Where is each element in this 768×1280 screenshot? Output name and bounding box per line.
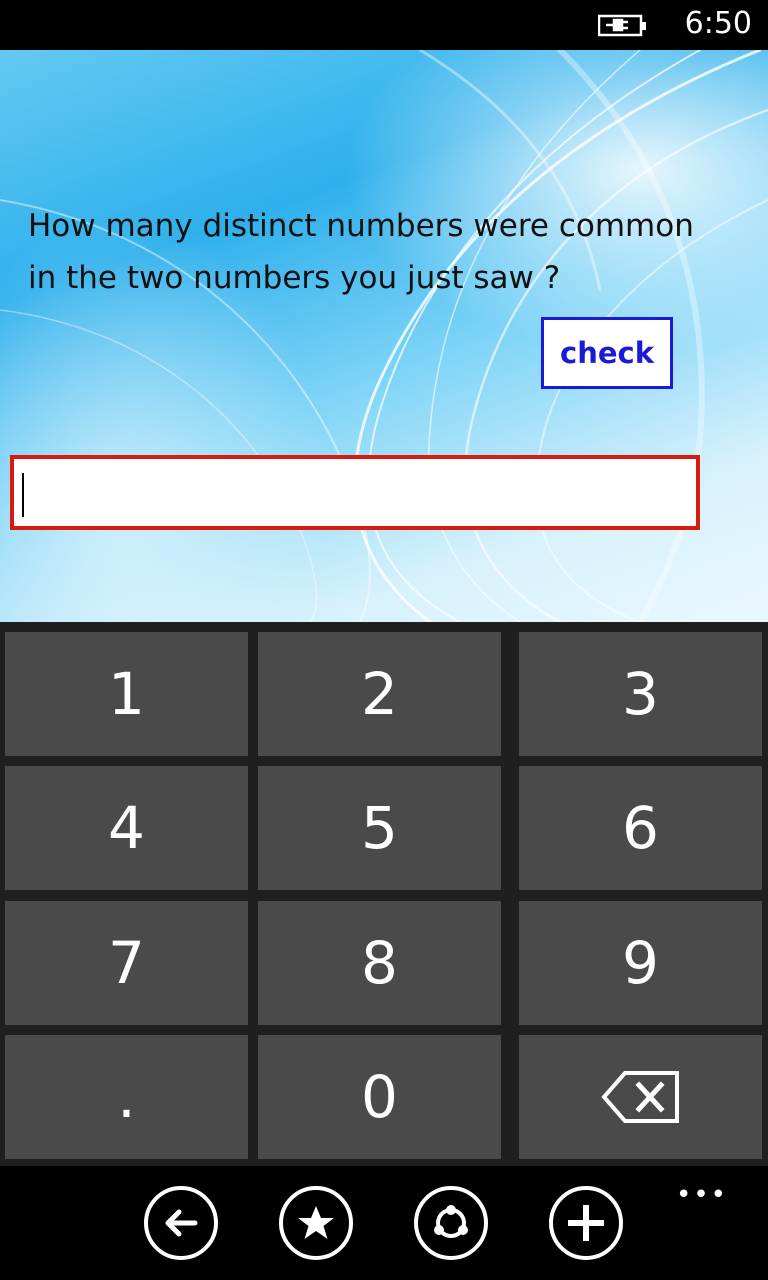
key-9[interactable]: 9: [519, 901, 762, 1025]
question-text: How many distinct numbers were common in…: [28, 208, 694, 296]
key-7[interactable]: 7: [5, 901, 248, 1025]
star-icon: [298, 1206, 334, 1239]
status-bar: 6:50: [0, 0, 768, 50]
key-backspace[interactable]: [519, 1035, 762, 1159]
backspace-icon: [600, 1071, 679, 1123]
back-arrow-icon: [165, 1209, 198, 1237]
app-bar: •••: [0, 1166, 768, 1280]
key-3[interactable]: 3: [519, 632, 762, 756]
key-2[interactable]: 2: [258, 632, 501, 756]
back-button[interactable]: [144, 1186, 218, 1260]
key-4[interactable]: 4: [5, 766, 248, 890]
add-button[interactable]: [549, 1186, 623, 1260]
question-panel: How many distinct numbers were common in…: [0, 50, 768, 622]
status-time: 6:50: [684, 6, 752, 41]
key-0[interactable]: 0: [258, 1035, 501, 1159]
check-button[interactable]: check: [541, 317, 673, 389]
text-caret: [22, 473, 24, 517]
key-6[interactable]: 6: [519, 766, 762, 890]
numeric-keypad: 1 2 3 4 5 6 7 8 9 . 0: [0, 622, 768, 1166]
add-icon: [568, 1205, 604, 1241]
battery-charging-icon: [598, 14, 646, 37]
share-button[interactable]: [414, 1186, 488, 1260]
key-8[interactable]: 8: [258, 901, 501, 1025]
answer-input[interactable]: [10, 455, 700, 530]
favorite-button[interactable]: [279, 1186, 353, 1260]
share-icon: [434, 1205, 468, 1238]
key-1[interactable]: 1: [5, 632, 248, 756]
key-5[interactable]: 5: [258, 766, 501, 890]
key-decimal[interactable]: .: [5, 1035, 248, 1159]
more-menu-button[interactable]: •••: [676, 1180, 728, 1210]
